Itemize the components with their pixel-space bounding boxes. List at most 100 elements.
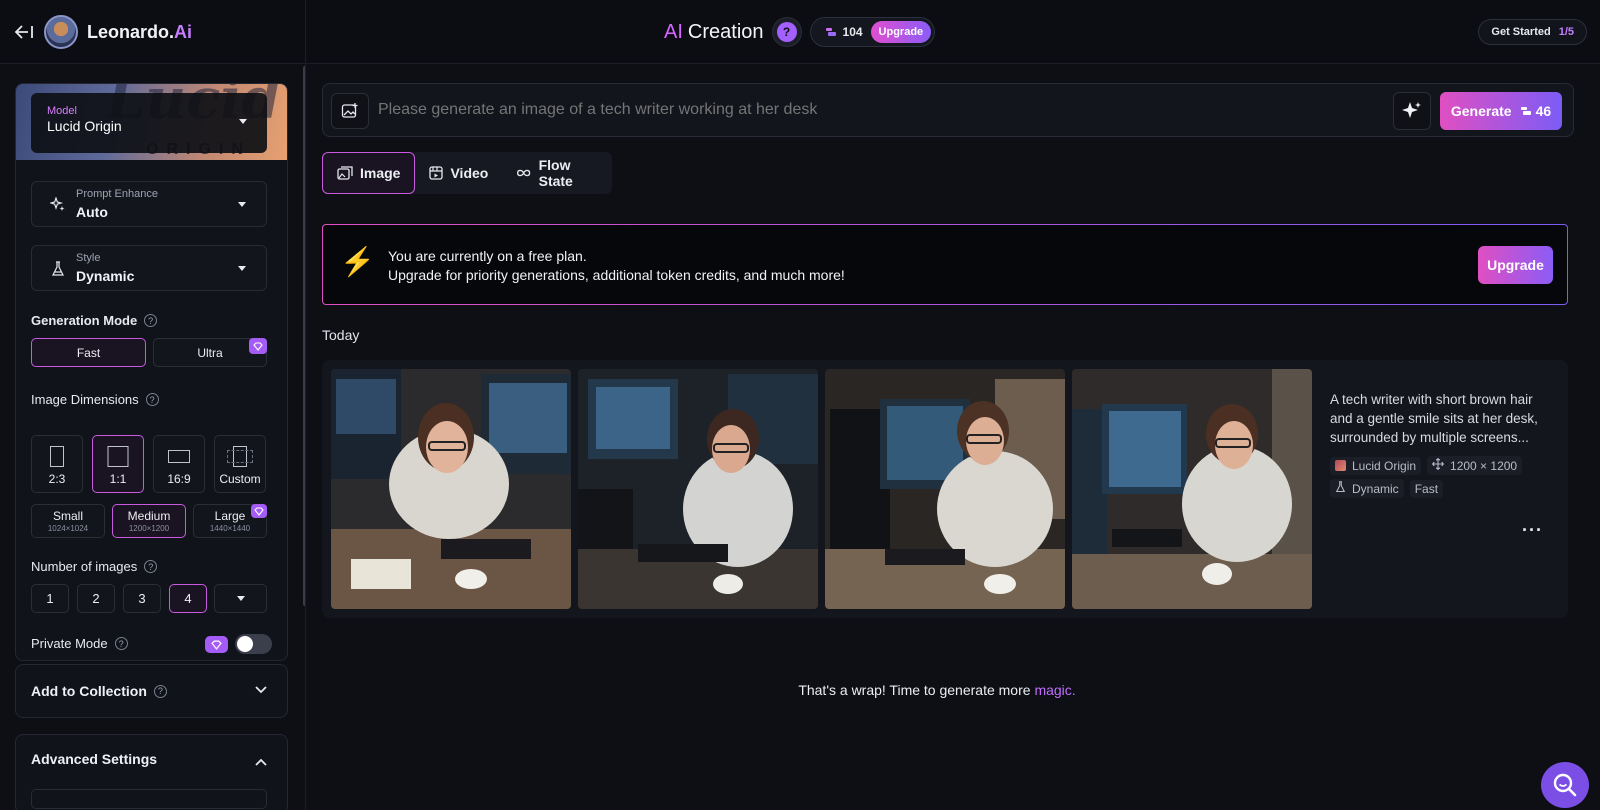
model-hero-image: Lucid ORIGIN Model Lucid Origin	[16, 84, 287, 160]
generated-image-1[interactable]	[331, 369, 571, 609]
help-icon[interactable]: ?	[114, 637, 128, 650]
size-px: 1024×1024	[47, 524, 89, 533]
mode-ultra-button[interactable]: Ultra	[153, 338, 267, 367]
model-thumb-icon	[1335, 460, 1346, 471]
tab-image[interactable]: Image	[322, 152, 416, 194]
images-4-button[interactable]: 4	[169, 584, 207, 613]
chevron-up-icon	[255, 758, 267, 766]
video-icon	[429, 166, 444, 180]
brand-logo[interactable]: Leonardo.Ai	[87, 22, 192, 43]
size-name: Medium	[127, 509, 171, 523]
flask-icon	[1335, 481, 1346, 496]
size-name: Small	[52, 509, 83, 523]
image-dimensions-heading: Image Dimensions ?	[31, 392, 159, 407]
infinity-icon	[517, 169, 531, 177]
back-arrow-icon[interactable]	[12, 20, 36, 44]
style-value: Dynamic	[76, 268, 135, 284]
style-label: Style	[76, 252, 101, 264]
help-icon[interactable]: ?	[145, 393, 159, 406]
private-mode-label: Private Mode	[31, 636, 108, 651]
portrait-shape-icon	[50, 446, 64, 467]
meta-style: Dynamic	[1352, 481, 1399, 496]
banner-upgrade-button[interactable]: Upgrade	[1478, 246, 1553, 284]
generated-image-3[interactable]	[825, 369, 1065, 609]
chevron-down-icon	[255, 686, 267, 694]
size-large-button[interactable]: Large 1440×1440	[193, 504, 267, 538]
tab-label: Flow State	[538, 157, 573, 189]
prompt-enhance-button[interactable]	[1393, 92, 1431, 130]
images-3-button[interactable]: 3	[123, 584, 161, 613]
mode-fast-button[interactable]: Fast	[31, 338, 146, 367]
generation-meta-row-2: Dynamic Fast	[1330, 479, 1449, 498]
style-select[interactable]: Style Dynamic	[31, 245, 267, 291]
ratio-2-3-button[interactable]: 2:3	[31, 435, 83, 493]
flask-icon	[49, 260, 67, 278]
chevron-down-icon	[238, 266, 246, 271]
title-ai: AI	[664, 20, 683, 43]
generation-mode-label: Generation Mode	[31, 313, 138, 328]
generate-label: Generate	[1450, 103, 1512, 119]
support-chat-button[interactable]	[1541, 762, 1589, 808]
get-started-button[interactable]: Get Started 1/5	[1478, 19, 1587, 45]
help-icon[interactable]: ?	[144, 314, 158, 327]
images-2-button[interactable]: 2	[77, 584, 115, 613]
chevron-down-icon	[238, 202, 246, 207]
chevron-down-icon	[236, 596, 245, 601]
add-to-collection-section[interactable]: Add to Collection ?	[15, 664, 288, 718]
magic-link[interactable]: magic.	[1034, 682, 1075, 698]
size-px: 1200×1200	[128, 524, 170, 533]
images-more-dropdown[interactable]	[214, 584, 267, 613]
size-small-button[interactable]: Small 1024×1024	[31, 504, 105, 538]
custom-shape-outline	[227, 450, 253, 463]
ratio-16-9-button[interactable]: 16:9	[153, 435, 205, 493]
meta-model-chip[interactable]: Lucid Origin	[1330, 456, 1422, 475]
ratio-label: Custom	[219, 472, 261, 486]
model-select[interactable]: Model Lucid Origin	[31, 93, 267, 153]
images-1-button[interactable]: 1	[31, 584, 69, 613]
tab-flow-state[interactable]: Flow State	[502, 152, 612, 194]
size-medium-button[interactable]: Medium 1200×1200	[112, 504, 186, 538]
ratio-custom-button[interactable]: Custom	[214, 435, 266, 493]
more-options-icon[interactable]: ···	[1522, 520, 1543, 541]
help-icon: ?	[776, 22, 797, 42]
advanced-settings-section[interactable]: Advanced Settings	[15, 734, 288, 810]
generated-image-4[interactable]	[1072, 369, 1312, 609]
token-icon	[1520, 107, 1531, 115]
sparkle-icon	[1402, 102, 1421, 118]
token-balance[interactable]: 104 Upgrade	[809, 17, 936, 47]
avatar[interactable]	[44, 15, 78, 49]
image-add-icon	[341, 103, 358, 118]
help-button[interactable]: ?	[771, 17, 802, 47]
end-text: That's a wrap! Time to generate more	[798, 682, 1035, 698]
token-count: 104	[842, 25, 863, 39]
image-upload-button[interactable]	[331, 93, 369, 129]
model-value: Lucid Origin	[47, 118, 122, 134]
private-mode-toggle[interactable]	[235, 634, 272, 654]
top-bar: Leonardo.Ai AI Creation ? 104 Upgrade Ge…	[0, 0, 1600, 64]
advanced-row-peek	[31, 789, 267, 809]
number-of-images-label: Number of images	[31, 559, 138, 574]
token-icon	[825, 28, 836, 36]
help-icon[interactable]: ?	[144, 560, 158, 573]
prompt-input[interactable]	[378, 101, 1378, 119]
ratio-label: 1:1	[109, 472, 127, 486]
move-icon	[1432, 458, 1444, 473]
help-icon[interactable]: ?	[153, 684, 167, 698]
ratio-1-1-button[interactable]: 1:1	[92, 435, 144, 493]
get-started-label: Get Started	[1491, 26, 1551, 38]
tab-video[interactable]: Video	[415, 152, 502, 194]
generate-button[interactable]: Generate 46	[1440, 92, 1562, 130]
advanced-settings-label: Advanced Settings	[31, 751, 158, 767]
page-title: AI Creation ? 104 Upgrade	[664, 17, 936, 47]
lightning-icon: ⚡	[340, 246, 375, 277]
sidebar-scrollbar[interactable]	[303, 66, 305, 606]
banner-inner: ⚡ You are currently on a free plan. Upgr…	[323, 225, 1567, 304]
image-icon	[337, 166, 353, 180]
mode-ultra-label: Ultra	[197, 345, 223, 360]
generated-image-2[interactable]	[578, 369, 818, 609]
header-upgrade-button[interactable]: Upgrade	[870, 21, 932, 43]
settings-panel: Lucid ORIGIN Model Lucid Origin Prompt E…	[15, 83, 288, 661]
meta-mode: Fast	[1414, 481, 1439, 496]
prompt-enhance-select[interactable]: Prompt Enhance Auto	[31, 181, 267, 227]
meta-mode-chip: Fast	[1409, 479, 1444, 498]
